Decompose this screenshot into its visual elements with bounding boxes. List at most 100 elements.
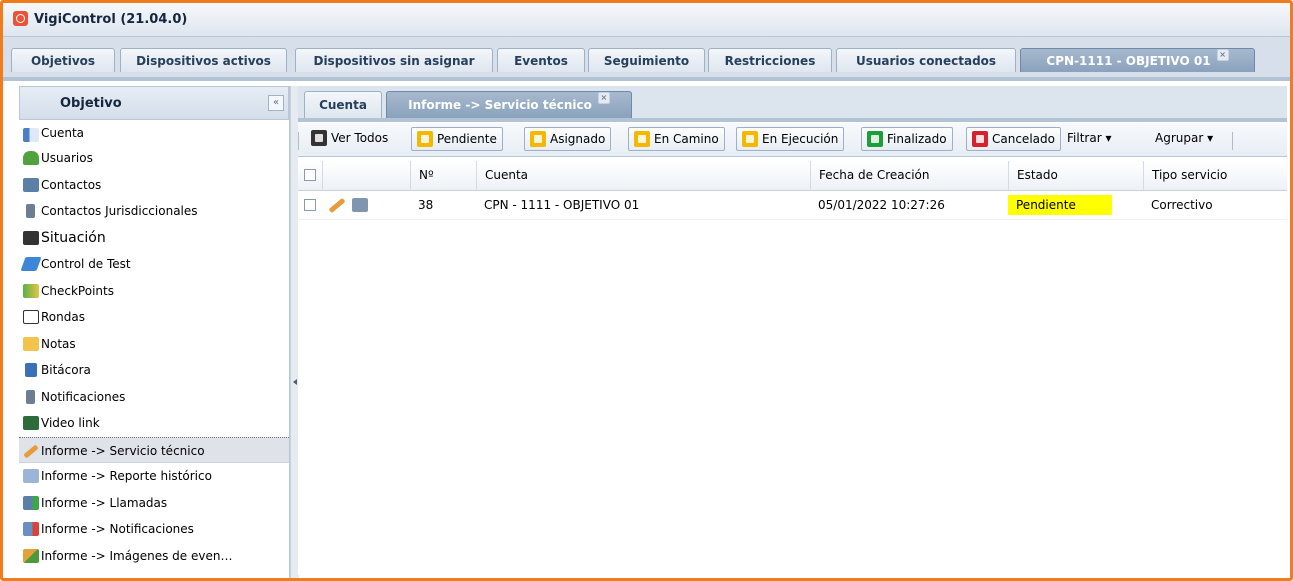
binoculars-icon: [972, 131, 988, 147]
sidebar-item-bitacora[interactable]: Bitácora: [19, 357, 289, 384]
close-icon[interactable]: ×: [597, 92, 610, 104]
collapse-arrow-icon[interactable]: [293, 379, 297, 385]
sidebar-item-notificaciones[interactable]: Notificaciones: [19, 384, 289, 411]
table-row[interactable]: 38 CPN - 1111 - OBJETIVO 01 05/01/2022 1…: [298, 191, 1287, 220]
sidebar-item-control-de-test[interactable]: Control de Test: [19, 251, 289, 278]
report-icon: [23, 469, 39, 483]
binoculars-icon: [311, 130, 327, 146]
column-header-fecha[interactable]: Fecha de Creación: [810, 161, 1008, 190]
tab-restricciones[interactable]: Restricciones: [708, 48, 832, 72]
close-icon[interactable]: ×: [1216, 49, 1229, 61]
column-header-tipo-servicio[interactable]: Tipo servicio: [1143, 161, 1290, 190]
sidebar-header: Objetivo «: [19, 86, 289, 120]
phone-call-icon: [23, 495, 39, 510]
binoculars-icon: [634, 131, 650, 147]
sidebar-item-label: Notificaciones: [41, 389, 126, 404]
tab-eventos[interactable]: Eventos: [497, 48, 585, 72]
print-icon[interactable]: [352, 198, 368, 212]
sidebar-item-contactos[interactable]: Contactos: [19, 172, 289, 199]
sidebar-item-notas[interactable]: Notas: [19, 331, 289, 358]
filter-menu-button[interactable]: Filtrar ▾: [1059, 127, 1111, 151]
button-label: En Ejecución: [762, 132, 839, 146]
binoculars-icon: [530, 131, 546, 147]
sub-tab-bar: Cuenta Informe -> Servicio técnico ×: [298, 86, 1287, 122]
app-title: VigiControl (21.04.0): [34, 12, 188, 27]
column-header-estado[interactable]: Estado: [1008, 161, 1143, 190]
button-label: Ver Todos: [331, 131, 389, 145]
sidebar-item-usuarios[interactable]: Usuarios: [19, 145, 289, 172]
phone-icon: [23, 177, 39, 192]
tab-usuarios-conectados[interactable]: Usuarios conectados: [836, 48, 1016, 72]
images-icon: [23, 548, 39, 563]
binoculars-icon: [23, 230, 39, 245]
route-icon: [23, 310, 39, 324]
card-icon: [23, 128, 39, 142]
button-label: Agrupar ▾: [1155, 131, 1214, 145]
group-menu-button[interactable]: Agrupar ▾: [1147, 127, 1213, 151]
main-content: Cuenta Informe -> Servicio técnico × Ver …: [298, 86, 1287, 575]
tab-label: CPN-1111 - OBJETIVO 01: [1046, 54, 1211, 68]
tab-label: Objetivos: [30, 54, 96, 68]
tab-label: Dispositivos activos: [136, 54, 271, 68]
sidebar-item-label: Informe -> Notificaciones: [41, 522, 194, 536]
tab-dispositivos-activos[interactable]: Dispositivos activos: [120, 48, 287, 72]
column-header-cuenta[interactable]: Cuenta: [476, 161, 810, 190]
status-badge: Pendiente: [1008, 195, 1112, 215]
column-header-num[interactable]: Nº: [410, 161, 476, 190]
sidebar-item-informe-servicio-tecnico[interactable]: Informe -> Servicio técnico: [19, 436, 289, 463]
sidebar-item-informe-notificaciones[interactable]: Informe -> Notificaciones: [19, 516, 289, 543]
sidebar-item-situacion[interactable]: Situación: [19, 225, 289, 252]
select-all-header[interactable]: [298, 161, 322, 190]
tab-label: Restricciones: [724, 54, 816, 68]
sidebar-item-label: Bitácora: [41, 363, 91, 377]
row-checkbox[interactable]: [304, 199, 316, 211]
binoculars-icon: [742, 131, 758, 147]
tab-cpn-objetivo[interactable]: CPN-1111 - OBJETIVO 01 ×: [1020, 48, 1255, 72]
tab-label: Cuenta: [319, 98, 367, 112]
binoculars-icon: [417, 131, 433, 147]
sidebar-item-label: Video link: [41, 416, 100, 430]
sidebar-item-label: Control de Test: [41, 257, 131, 271]
sidebar-item-cuenta[interactable]: Cuenta: [19, 122, 289, 145]
filter-pendiente-button[interactable]: Pendiente: [411, 127, 503, 151]
sidebar-item-video-link[interactable]: Video link: [19, 410, 289, 437]
map-icon: [23, 283, 39, 298]
wrench-icon[interactable]: [328, 197, 346, 214]
sidebar-item-rondas[interactable]: Rondas: [19, 304, 289, 331]
tab-informe-servicio-tecnico[interactable]: Informe -> Servicio técnico ×: [386, 91, 632, 118]
sidebar-item-label: Contactos Jurisdiccionales: [41, 204, 198, 218]
button-label: En Camino: [654, 132, 719, 146]
filter-en-ejecucion-button[interactable]: En Ejecución: [736, 127, 845, 151]
filter-en-camino-button[interactable]: En Camino: [628, 127, 725, 151]
filter-asignado-button[interactable]: Asignado: [524, 127, 612, 151]
app-logo-icon: [13, 11, 28, 26]
wrench-icon: [23, 443, 39, 459]
row-select-cell[interactable]: [298, 191, 322, 219]
sidebar-item-checkpoints[interactable]: CheckPoints: [19, 278, 289, 305]
tab-label: Usuarios conectados: [855, 54, 997, 68]
sidebar-item-informe-imagenes[interactable]: Informe -> Imágenes de even…: [19, 543, 289, 570]
button-label: Pendiente: [437, 132, 497, 146]
tab-seguimiento[interactable]: Seguimiento: [588, 48, 705, 72]
title-bar: VigiControl (21.04.0): [3, 3, 1290, 37]
sidebar-item-label: Informe -> Servicio técnico: [41, 443, 205, 458]
tab-dispositivos-sin-asignar[interactable]: Dispositivos sin asignar: [295, 48, 493, 72]
sidebar-item-label: Cuenta: [41, 126, 85, 140]
sidebar-item-label: Informe -> Llamadas: [41, 495, 168, 510]
filter-finalizado-button[interactable]: Finalizado: [861, 127, 953, 151]
sidebar-item-informe-reporte-historico[interactable]: Informe -> Reporte histórico: [19, 463, 289, 490]
sidebar-title: Objetivo: [60, 96, 122, 111]
collapse-icon[interactable]: «: [268, 95, 284, 111]
select-all-checkbox[interactable]: [304, 169, 316, 181]
sidebar-item-informe-llamadas[interactable]: Informe -> Llamadas: [19, 490, 289, 517]
tab-cuenta[interactable]: Cuenta: [304, 91, 382, 118]
view-all-button[interactable]: Ver Todos: [306, 127, 388, 151]
cell-fecha: 05/01/2022 10:27:26: [818, 198, 945, 212]
sidebar-item-contactos-jurisdiccionales[interactable]: Contactos Jurisdiccionales: [19, 198, 289, 225]
app-window: VigiControl (21.04.0) Objetivos Disposit…: [0, 0, 1293, 581]
toolbar-divider: [1232, 132, 1233, 150]
tab-label: Dispositivos sin asignar: [313, 54, 475, 68]
tab-objetivos[interactable]: Objetivos: [11, 48, 115, 72]
sidebar-item-label: Rondas: [41, 310, 85, 324]
filter-cancelado-button[interactable]: Cancelado: [966, 127, 1061, 151]
